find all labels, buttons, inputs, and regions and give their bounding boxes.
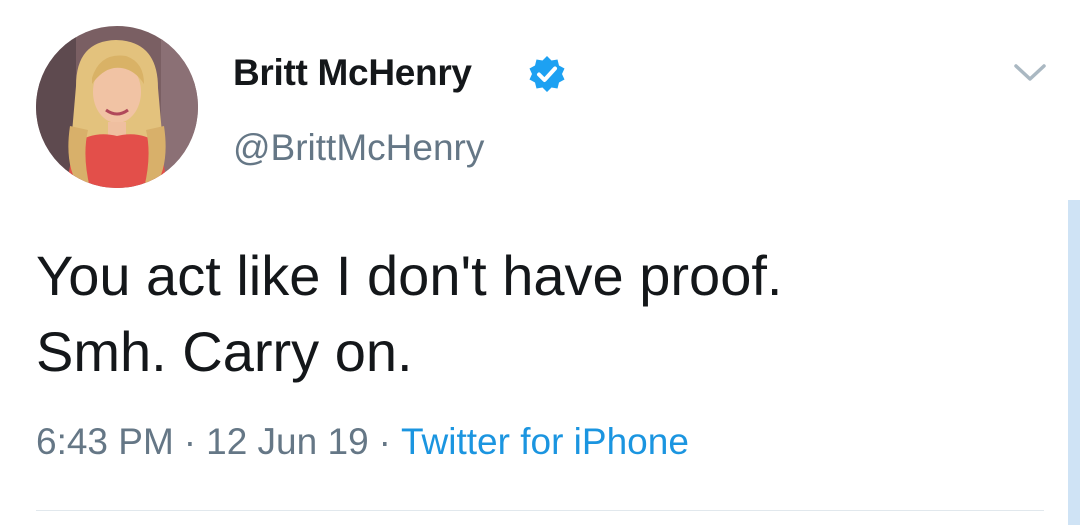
tweet-text-line: You act like I don't have proof.: [36, 244, 783, 307]
meta-separator: ·: [378, 421, 391, 462]
tweet-text: You act like I don't have proof. Smh. Ca…: [36, 238, 1036, 390]
divider: [36, 510, 1044, 511]
user-handle[interactable]: @BrittMcHenry: [233, 127, 484, 169]
tweet-source-link[interactable]: Twitter for iPhone: [401, 421, 689, 462]
verified-badge-icon: [529, 56, 565, 92]
tweet-date[interactable]: 12 Jun 19: [206, 421, 369, 462]
meta-separator: ·: [183, 421, 197, 462]
chevron-down-icon[interactable]: [1012, 60, 1048, 84]
scrollbar[interactable]: [1068, 200, 1080, 525]
tweet-meta: 6:43 PM · 12 Jun 19 · Twitter for iPhone: [36, 421, 689, 463]
tweet-text-line: Smh. Carry on.: [36, 320, 413, 383]
avatar[interactable]: [36, 26, 198, 188]
profile-photo-icon: [36, 26, 198, 188]
display-name[interactable]: Britt McHenry: [233, 52, 472, 94]
tweet-card: Britt McHenry @BrittMcHenry You act like…: [0, 0, 1080, 525]
tweet-time[interactable]: 6:43 PM: [36, 421, 174, 462]
